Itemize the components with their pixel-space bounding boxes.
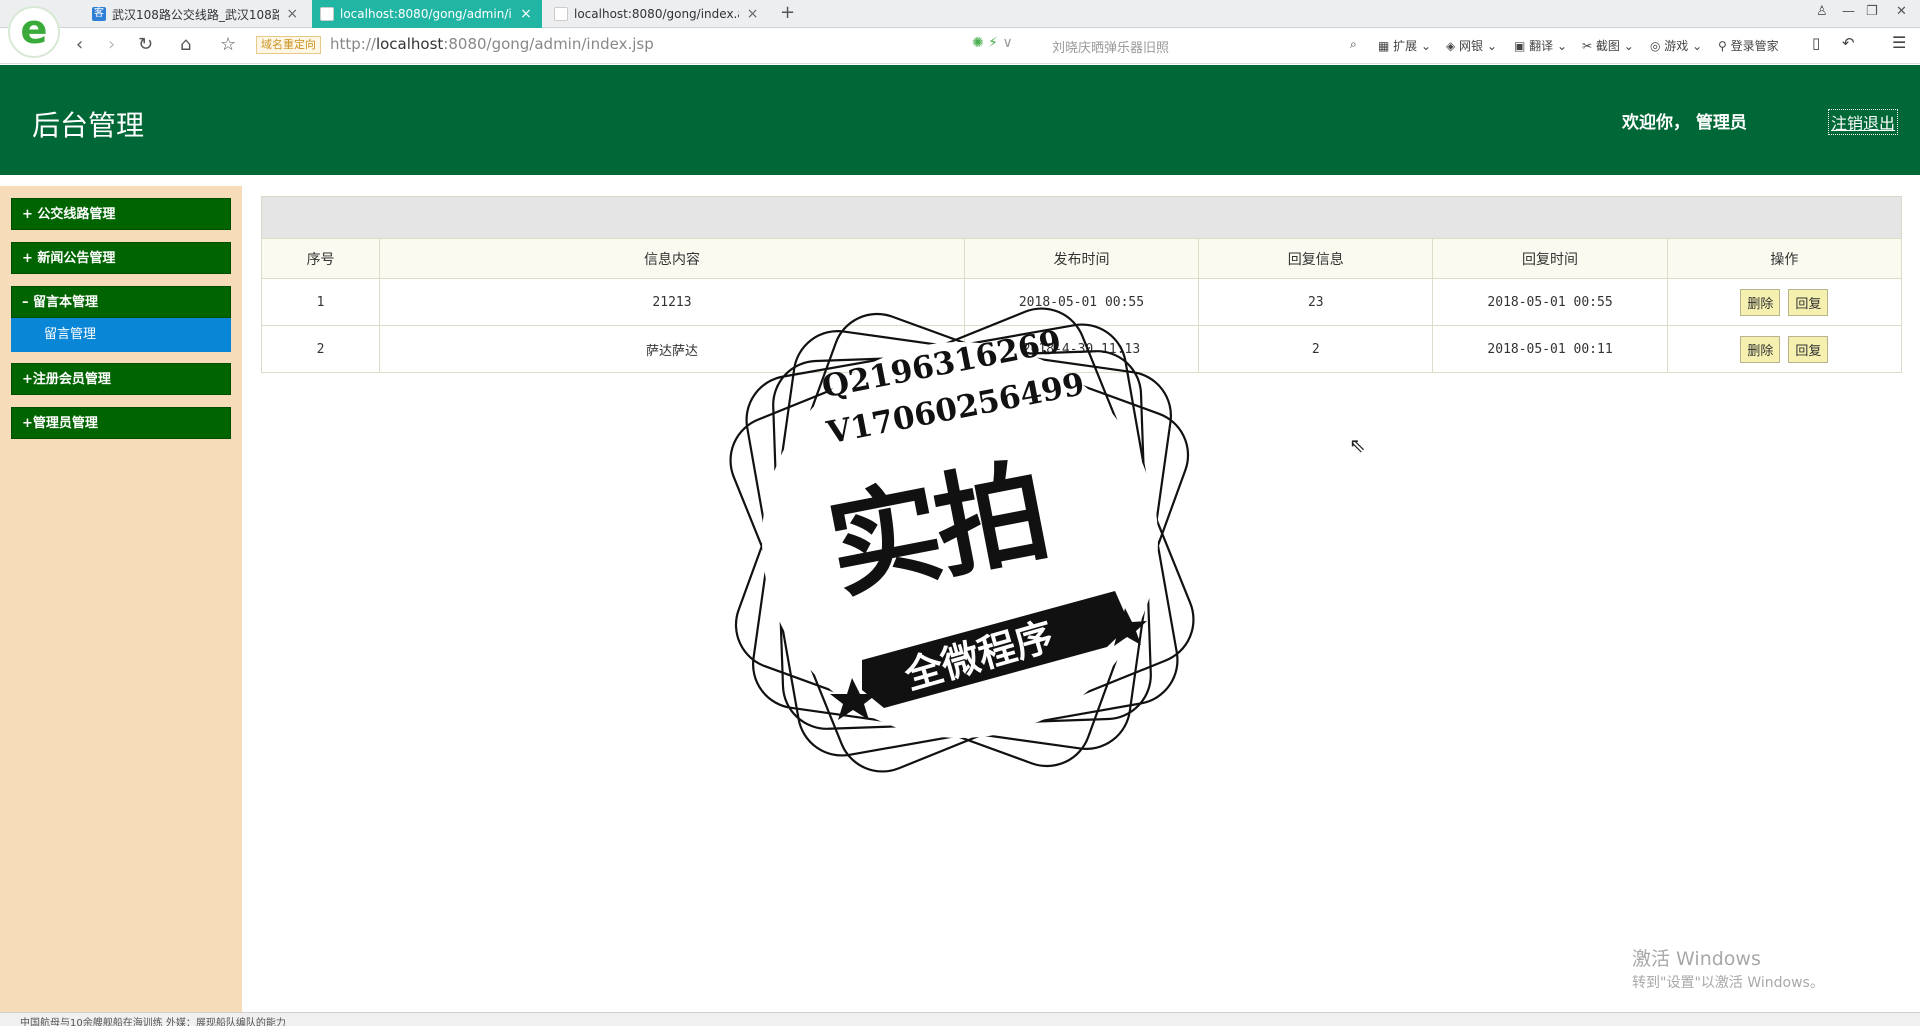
toolbar-label: 登录管家 bbox=[1730, 39, 1779, 53]
browser-status-bar: 中国航母与10余艘舰船在海训练 外媒：展现船队编队的能力 bbox=[0, 1012, 1920, 1026]
search-icon[interactable]: ⌕ bbox=[1350, 37, 1357, 52]
browser-tab-3[interactable]: localhost:8080/gong/index.ac × bbox=[546, 0, 768, 28]
search-input[interactable]: 刘晓庆晒弹乐器旧照 bbox=[1052, 37, 1169, 56]
toolbar-extensions[interactable]: ▦ 扩展 ⌄ bbox=[1378, 37, 1431, 54]
toolbar-label: 扩展 bbox=[1393, 39, 1418, 53]
sidebar-item-admins[interactable]: +管理员管理 bbox=[11, 407, 231, 439]
sidebar-item-members[interactable]: +注册会员管理 bbox=[11, 363, 231, 395]
reply-button[interactable]: 回复 bbox=[1788, 288, 1829, 316]
delete-button[interactable]: 删除 bbox=[1740, 288, 1781, 316]
toolbar-translate[interactable]: ▣ 翻译 ⌄ bbox=[1514, 37, 1567, 54]
toolbar-label: 游戏 bbox=[1664, 39, 1689, 53]
browser-tab-1[interactable]: 客 武汉108路公交线路_武汉108路 × bbox=[84, 0, 308, 28]
site-favicon-icon: 客 bbox=[92, 7, 106, 21]
col-header-reply-time: 回复时间 bbox=[1432, 238, 1668, 279]
cell-reply: 23 bbox=[1198, 278, 1434, 326]
sidebar-item-news[interactable]: + 新闻公告管理 bbox=[11, 242, 231, 274]
windows-activation-title: 激活 Windows bbox=[1632, 948, 1761, 970]
tab-title: localhost:8080/gong/index.ac bbox=[574, 7, 740, 21]
sidebar-item-guestbook[interactable]: – 留言本管理 bbox=[11, 286, 231, 318]
cell-reply: 2 bbox=[1198, 325, 1434, 373]
toolbar-games[interactable]: ◎ 游戏 ⌄ bbox=[1650, 37, 1702, 54]
toolbar-bank[interactable]: ◈ 网银 ⌄ bbox=[1446, 37, 1497, 54]
cell-no: 2 bbox=[260, 325, 381, 373]
minimize-icon[interactable]: — bbox=[1842, 4, 1855, 19]
mouse-cursor-icon: ⇖ bbox=[1349, 433, 1366, 457]
logout-link[interactable]: 注销退出 bbox=[1828, 109, 1899, 135]
toolbar-screenshot[interactable]: ✂ 截图 ⌄ bbox=[1582, 37, 1634, 54]
close-window-icon[interactable]: ✕ bbox=[1896, 4, 1907, 19]
restore-icon[interactable]: ❐ bbox=[1866, 4, 1878, 19]
browser-logo-icon[interactable]: e bbox=[8, 6, 60, 58]
url-field[interactable]: http://localhost:8080/gong/admin/index.j… bbox=[330, 35, 654, 53]
undo-icon[interactable]: ↶ bbox=[1842, 34, 1855, 52]
cell-no: 1 bbox=[260, 278, 381, 326]
reload-icon[interactable]: ↻ bbox=[138, 34, 153, 55]
col-header-content: 信息内容 bbox=[379, 238, 965, 279]
cell-actions: 删除 回复 bbox=[1666, 278, 1903, 326]
forward-icon[interactable]: › bbox=[108, 34, 115, 55]
url-host: localhost bbox=[375, 35, 444, 53]
toolbar-login-manager[interactable]: ⚲ 登录管家 bbox=[1718, 37, 1779, 54]
phone-icon[interactable]: ▯ bbox=[1812, 34, 1820, 52]
page-favicon-icon bbox=[320, 7, 334, 21]
watermark-stamp: Q2196316269 V17060256499 实拍 全微程序 bbox=[712, 290, 1212, 790]
page-favicon-icon bbox=[554, 7, 568, 21]
close-icon[interactable]: × bbox=[518, 6, 534, 22]
bookmark-star-icon[interactable]: ☆ bbox=[220, 34, 236, 55]
close-icon[interactable]: × bbox=[745, 6, 760, 22]
cell-actions: 删除 回复 bbox=[1666, 325, 1903, 373]
redirect-badge: 域名重定向 bbox=[256, 36, 321, 54]
status-news-text[interactable]: 中国航母与10余艘舰船在海训练 外媒：展现船队编队的能力 bbox=[20, 1014, 286, 1026]
header-divider bbox=[0, 175, 1920, 186]
page-title: 后台管理 bbox=[32, 109, 145, 142]
tab-title: 武汉108路公交线路_武汉108路 bbox=[112, 7, 279, 22]
home-icon[interactable]: ⌂ bbox=[180, 34, 191, 55]
col-header-reply: 回复信息 bbox=[1198, 238, 1434, 279]
toolbar-label: 翻译 bbox=[1529, 39, 1554, 53]
sidebar-subitem-message-management[interactable]: 留言管理 bbox=[11, 318, 231, 352]
back-icon[interactable]: ‹ bbox=[76, 34, 83, 55]
new-tab-button[interactable]: + bbox=[780, 2, 795, 23]
cell-reply-time: 2018-05-01 00:11 bbox=[1432, 325, 1668, 373]
sidebar-item-bus-routes[interactable]: + 公交线路管理 bbox=[11, 198, 231, 230]
table-toolbar bbox=[261, 196, 1902, 238]
toolbar-label: 网银 bbox=[1459, 39, 1484, 53]
col-header-actions: 操作 bbox=[1666, 238, 1903, 279]
reply-button[interactable]: 回复 bbox=[1788, 335, 1829, 363]
toolbar-label: 截图 bbox=[1595, 39, 1620, 53]
cell-reply-time: 2018-05-01 00:55 bbox=[1432, 278, 1668, 326]
url-scheme: http:// bbox=[330, 35, 376, 53]
tab-title: localhost:8080/gong/admin/i bbox=[340, 7, 512, 21]
shirt-icon[interactable]: ♙ bbox=[1816, 4, 1828, 19]
col-header-no: 序号 bbox=[260, 238, 381, 279]
welcome-text: 欢迎你， 管理员 bbox=[1622, 113, 1747, 133]
url-path: :8080/gong/admin/index.jsp bbox=[443, 35, 654, 53]
delete-button[interactable]: 删除 bbox=[1740, 335, 1781, 363]
table-header-row: 序号 信息内容 发布时间 回复信息 回复时间 操作 bbox=[260, 238, 1903, 279]
windows-activation-hint: 转到"设置"以激活 Windows。 bbox=[1632, 975, 1824, 991]
browser-tab-2-active[interactable]: localhost:8080/gong/admin/i × bbox=[312, 0, 542, 28]
speed-mode-icon[interactable]: ✺ ⚡ ∨ bbox=[972, 35, 1013, 51]
menu-icon[interactable]: ☰ bbox=[1892, 33, 1906, 52]
col-header-publish-time: 发布时间 bbox=[963, 238, 1200, 279]
close-icon[interactable]: × bbox=[285, 6, 301, 22]
